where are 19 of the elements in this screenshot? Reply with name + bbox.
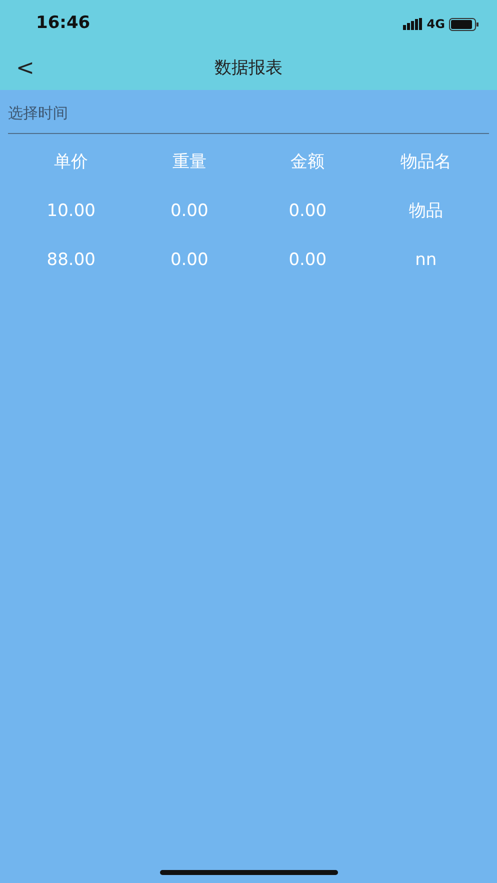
table-cell-text: 88.00: [46, 248, 96, 272]
table-cell-text: 0.00: [288, 248, 328, 272]
table-cell-text: 10.00: [46, 200, 96, 222]
status-time: 16:46: [36, 12, 90, 36]
back-button[interactable]: <: [12, 58, 38, 80]
column-header: 单价: [53, 150, 90, 174]
column-header: 重量: [171, 150, 208, 174]
table-cell-text: 0.00: [288, 200, 328, 222]
battery-icon: [449, 18, 479, 30]
signal-icon: [402, 18, 423, 30]
table-cell-text: 物品: [408, 200, 444, 222]
table-cell-text: 0.00: [169, 200, 210, 222]
time-select-field[interactable]: 选择时间: [8, 94, 489, 134]
column-header: 物品名: [399, 150, 452, 174]
network-label: 4G: [426, 16, 445, 33]
table-cell-text: 0.00: [169, 248, 210, 272]
page-title: 数据报表: [214, 57, 282, 80]
table-cell-text: nn: [414, 248, 438, 272]
column-header: 金额: [290, 150, 326, 174]
